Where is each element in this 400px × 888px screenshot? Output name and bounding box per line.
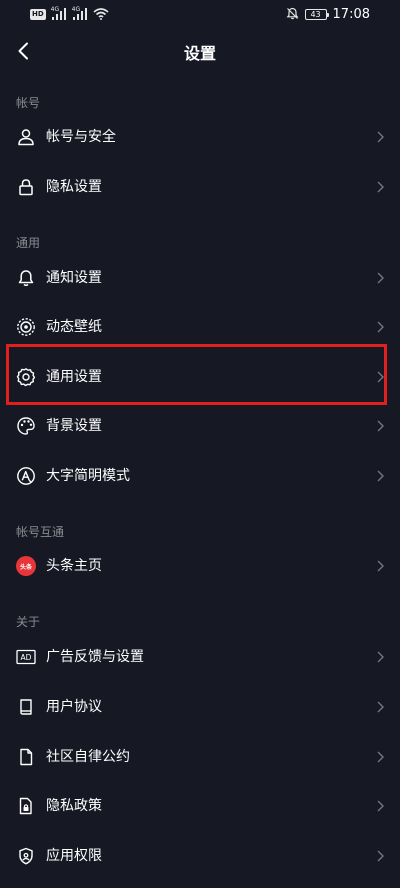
chevron-right-icon [376,650,384,664]
settings-item-privacy-policy[interactable]: 隐私政策 [0,786,400,826]
status-bar: HD 4G 4G 43 17:08 [0,0,400,28]
chevron-right-icon [376,849,384,863]
bell-icon [16,268,36,288]
settings-item-background[interactable]: 背景设置 [0,406,400,446]
settings-screen: HD 4G 4G 43 17:08 设置 帐号 帐号与安全 隐私设置 通用 通知… [0,0,400,888]
section-label-about: 关于 [16,615,41,629]
toutiao-logo-text: 头条 [16,556,36,576]
settings-item-label: 社区自律公约 [46,749,130,765]
chevron-right-icon [376,799,384,813]
battery-level: 43 [310,9,321,19]
wifi-icon [93,5,109,24]
user-icon [16,127,36,147]
chevron-right-icon [376,750,384,764]
wallpaper-icon [16,317,36,337]
lock-icon [16,177,36,197]
network-type-label: 4G [71,6,81,13]
header: 设置 [0,28,400,76]
privacy-policy-icon [16,796,36,816]
palette-icon [16,416,36,436]
settings-item-toutiao-homepage[interactable]: 头条 头条主页 [0,546,400,586]
chevron-right-icon [376,559,384,573]
settings-item-community-guidelines[interactable]: 社区自律公约 [0,737,400,777]
shield-icon [16,846,36,866]
battery-icon: 43 [304,8,329,20]
settings-item-account-security[interactable]: 帐号与安全 [0,117,400,157]
settings-item-general-settings[interactable]: 通用设置 [0,357,400,397]
chevron-right-icon [376,271,384,285]
page-title: 设置 [183,44,216,63]
settings-item-label: 动态壁纸 [46,319,102,335]
settings-item-app-permissions[interactable]: 应用权限 [0,836,400,876]
chevron-right-icon [376,180,384,194]
chevron-right-icon [376,370,384,384]
section-label-linked-accounts: 帐号互通 [16,525,65,539]
svg-text:AD: AD [21,653,32,662]
chevron-right-icon [376,130,384,144]
book-icon [16,697,36,717]
chevron-right-icon [376,700,384,714]
document-icon [16,747,36,767]
settings-item-live-wallpaper[interactable]: 动态壁纸 [0,307,400,347]
large-font-icon [16,466,36,486]
settings-item-label: 应用权限 [46,848,102,864]
chevron-right-icon [376,320,384,334]
chevron-right-icon [376,469,384,483]
settings-item-label: 通知设置 [46,270,102,286]
settings-item-user-agreement[interactable]: 用户协议 [0,687,400,727]
gear-icon [16,367,36,387]
status-bar-right: 43 17:08 [286,6,370,22]
status-bar-left: HD 4G 4G [30,6,109,22]
settings-item-privacy[interactable]: 隐私设置 [0,167,400,207]
signal-icon: 4G [50,6,67,20]
ad-icon: AD [16,647,36,667]
clock: 17:08 [332,6,370,22]
settings-item-label: 头条主页 [46,558,102,574]
settings-item-label: 隐私政策 [46,798,102,814]
settings-item-large-font-mode[interactable]: 大字简明模式 [0,456,400,496]
settings-item-label: 用户协议 [46,699,102,715]
settings-item-label: 大字简明模式 [46,468,130,484]
settings-item-notifications[interactable]: 通知设置 [0,258,400,298]
settings-item-label: 隐私设置 [46,179,102,195]
chevron-right-icon [376,419,384,433]
settings-item-label: 广告反馈与设置 [46,649,144,665]
settings-item-label: 背景设置 [46,418,102,434]
settings-item-label: 通用设置 [46,369,102,385]
toutiao-logo-icon: 头条 [16,556,36,576]
mute-bell-icon [286,5,299,24]
settings-item-ad-feedback[interactable]: AD 广告反馈与设置 [0,637,400,677]
network-type-label: 4G [50,6,60,13]
section-label-general: 通用 [16,236,41,250]
settings-item-label: 帐号与安全 [46,129,116,145]
hd-icon: HD [30,8,46,20]
section-label-account: 帐号 [16,96,41,110]
signal-icon: 4G [71,6,88,20]
